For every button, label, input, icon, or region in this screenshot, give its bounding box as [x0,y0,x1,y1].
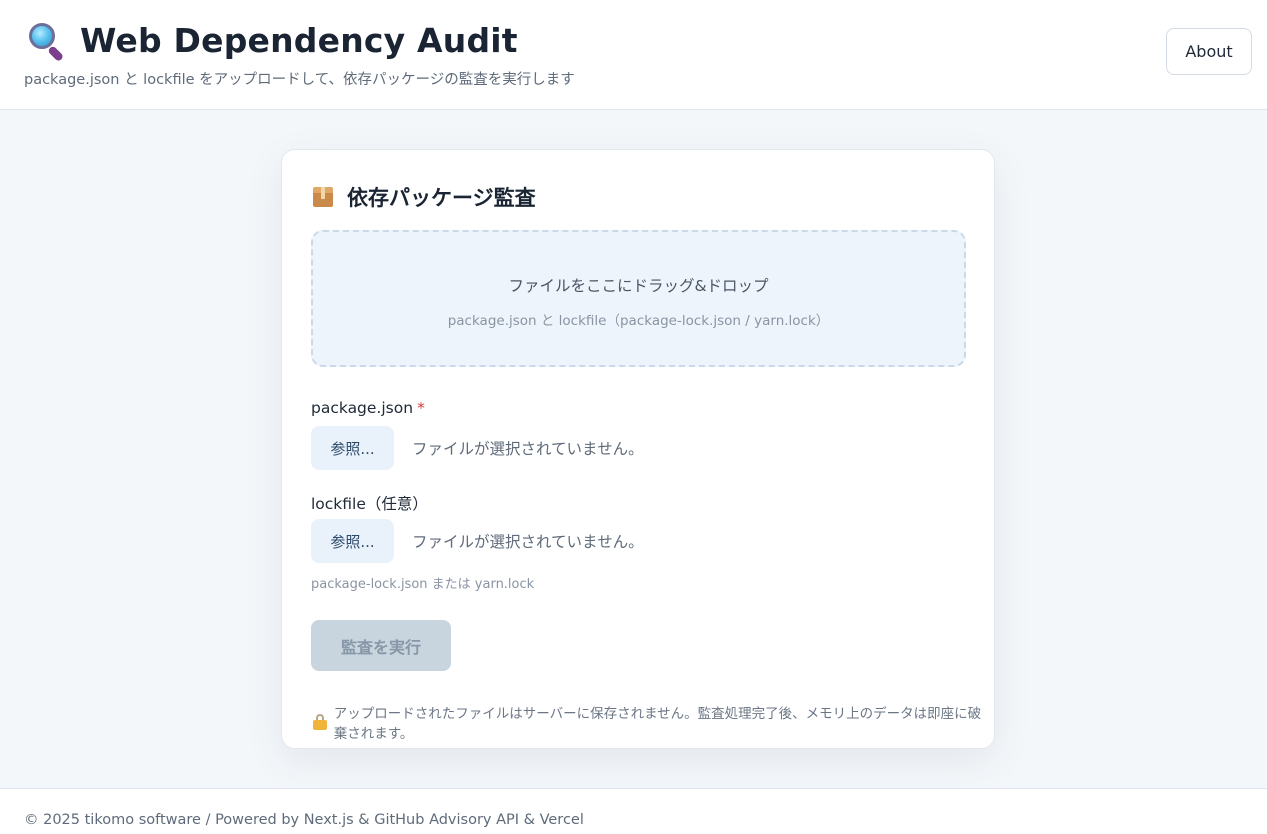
lockfile-label: lockfile（任意） [311,495,428,513]
required-mark: * [417,399,425,417]
lockfile-helper-text: package-lock.json または yarn.lock [311,577,535,592]
package-json-file-status: ファイルが選択されていません。 [412,440,644,458]
app-title: Web Dependency Audit [80,20,518,60]
package-json-browse-button[interactable]: 参照... [311,426,394,470]
app-subtitle: package.json と lockfile をアップロードして、依存パッケー… [24,72,575,88]
dropzone-hint-text: package.json と lockfile（package-lock.jso… [447,313,830,329]
run-audit-button[interactable]: 監査を実行 [311,620,451,671]
privacy-text: アップロードされたファイルはサーバーに保存されません。監査処理完了後、メモリ上の… [333,706,982,742]
dropzone-main-text: ファイルをここにドラッグ&ドロップ [508,277,769,295]
card-title-row: 依存パッケージ監査 [312,182,536,212]
package-json-file-input: 参照... ファイルが選択されていません。 [311,426,644,470]
package-json-label: package.json * [311,399,425,417]
footer-text: © 2025 tikomo software / Powered by Next… [24,812,584,828]
package-json-label-text: package.json [311,399,414,417]
card-title: 依存パッケージ監査 [347,186,536,210]
about-button[interactable]: About [1166,28,1252,75]
magnifying-glass-icon [26,20,66,63]
file-dropzone[interactable]: ファイルをここにドラッグ&ドロップ package.json と lockfil… [311,230,966,367]
lockfile-browse-button[interactable]: 参照... [311,519,394,563]
title-row: Web Dependency Audit [26,20,518,63]
lockfile-file-input: 参照... ファイルが選択されていません。 [311,519,644,563]
app-header: Web Dependency Audit package.json と lock… [0,0,1267,110]
audit-card: 依存パッケージ監査 ファイルをここにドラッグ&ドロップ package.json… [281,149,995,749]
package-box-icon [312,186,334,208]
lockfile-file-status: ファイルが選択されていません。 [412,533,644,551]
lock-icon [313,714,327,730]
app-footer: © 2025 tikomo software / Powered by Next… [0,788,1267,834]
privacy-note: アップロードされたファイルはサーバーに保存されません。監査処理完了後、メモリ上の… [313,702,994,742]
